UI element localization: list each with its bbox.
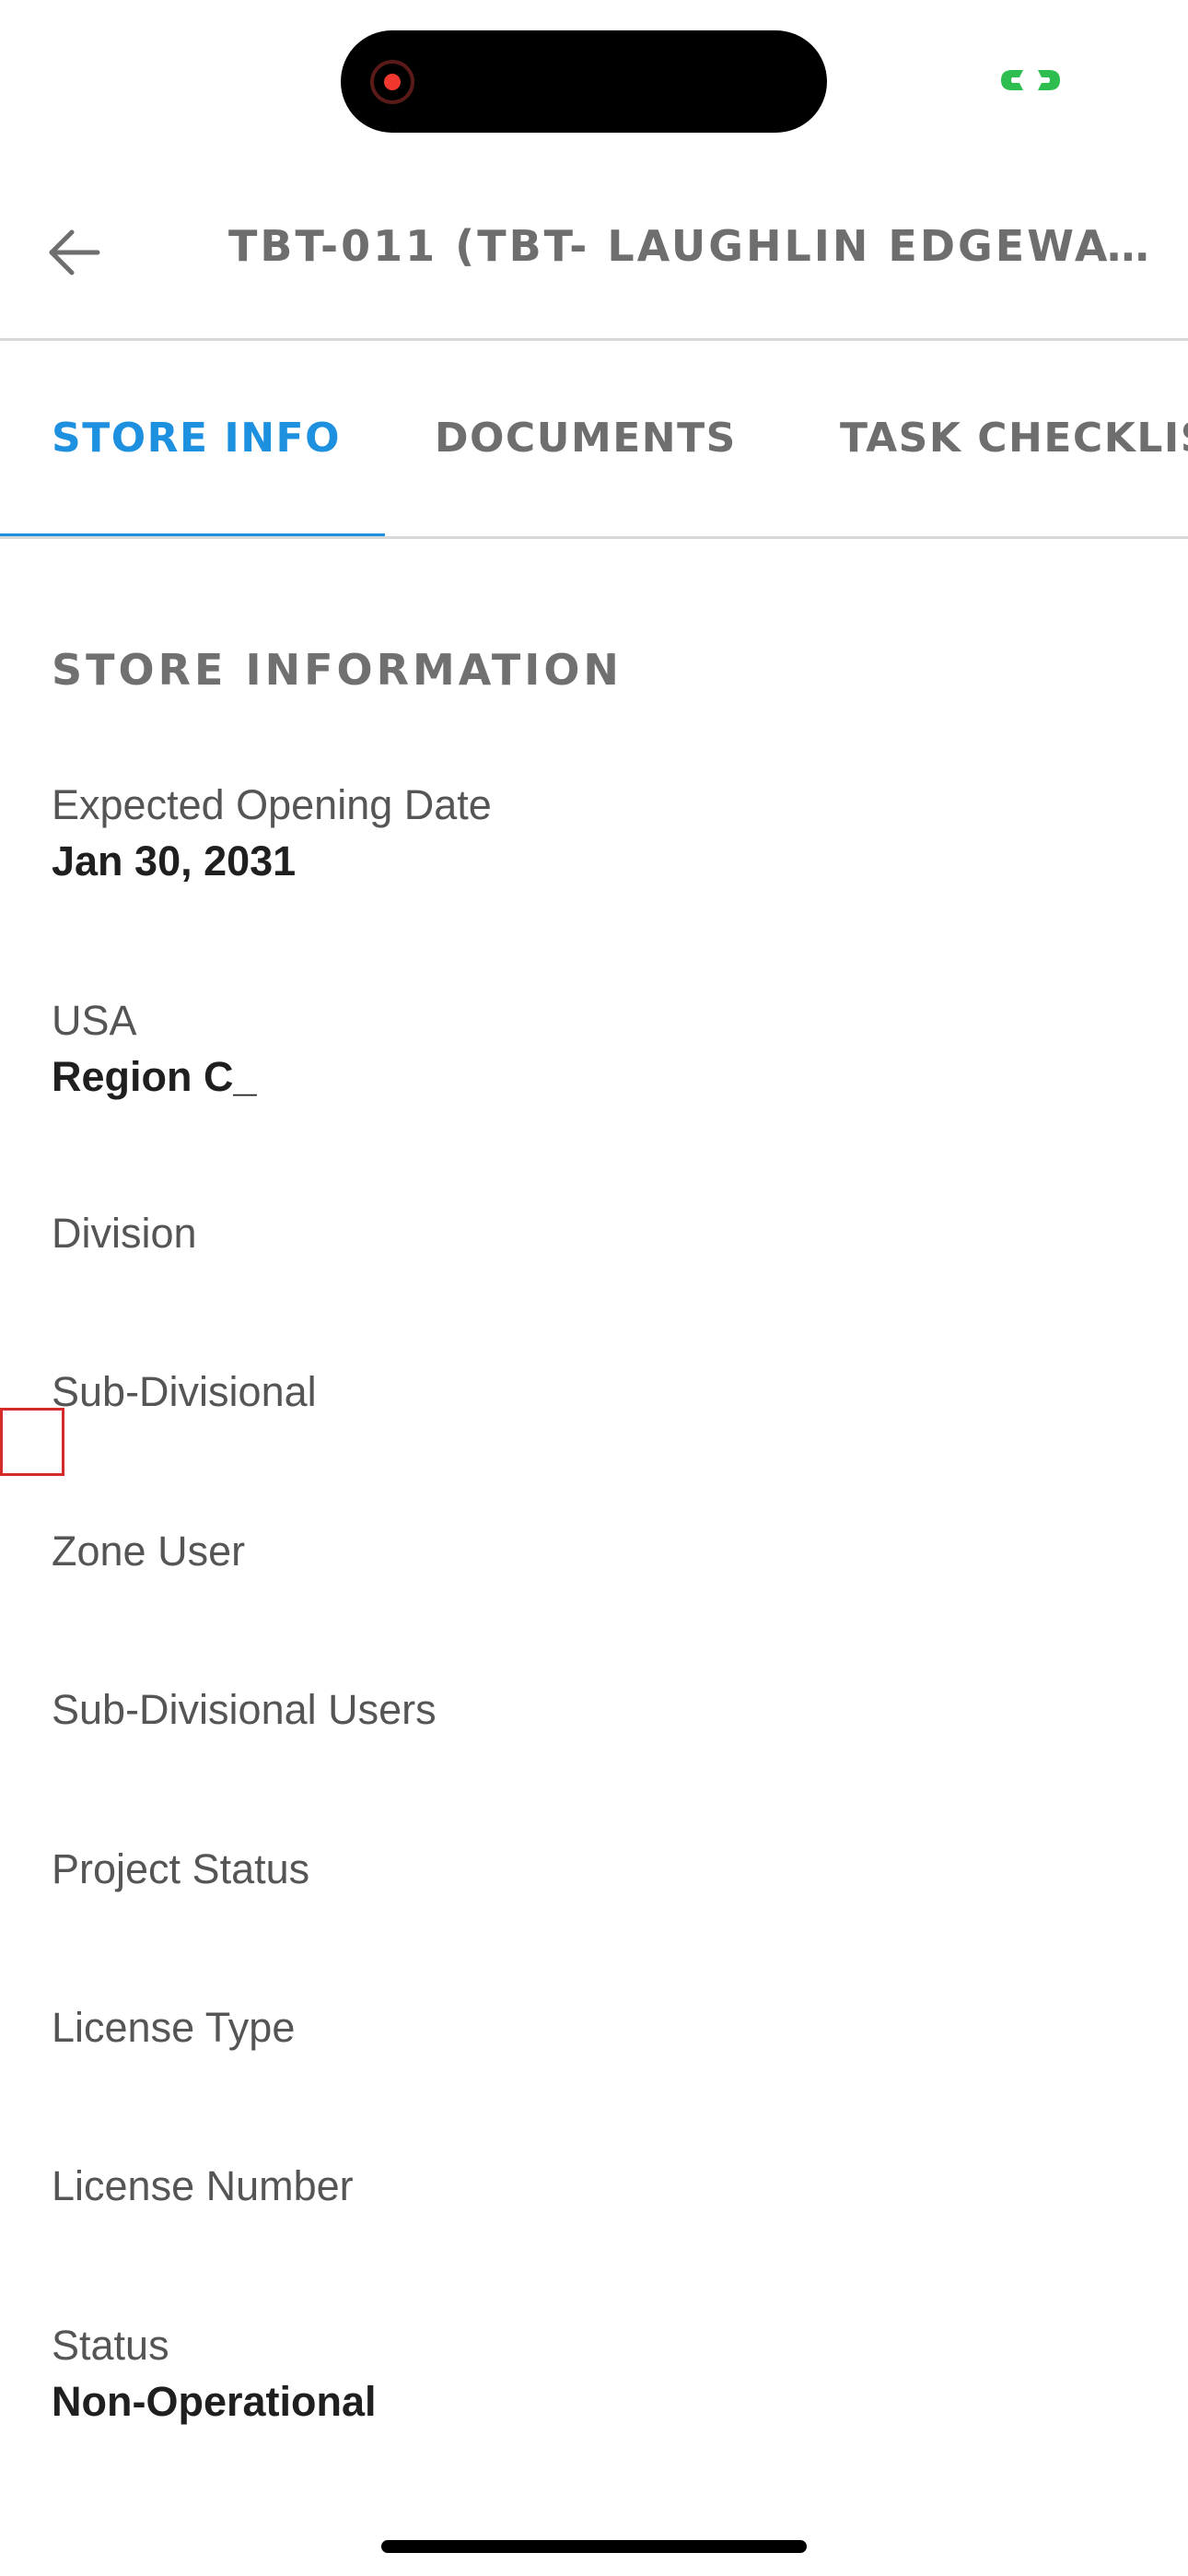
- field-label: License Number: [52, 2162, 354, 2209]
- recording-dot-icon: [370, 60, 414, 104]
- field-sub-divisional-users: Sub-Divisional Users: [52, 1683, 1138, 1738]
- field-usa: USA Region C_: [52, 994, 1138, 1104]
- field-label: License Type: [52, 2004, 296, 2051]
- field-value: Non-Operational: [52, 2377, 377, 2425]
- field-status: Status Non-Operational: [52, 2319, 1138, 2429]
- tab-bar: STORE INFO DOCUMENTS TASK CHECKLIST: [0, 341, 1188, 539]
- tab-task-checklist[interactable]: TASK CHECKLIST: [840, 415, 1188, 462]
- field-label: Expected Opening Date: [52, 781, 492, 828]
- tab-documents[interactable]: DOCUMENTS: [435, 415, 737, 462]
- active-call-icon: [1001, 70, 1060, 90]
- status-bar: [0, 0, 1188, 138]
- app-header: TBT-011 (TBT- LAUGHLIN EDGEWATER): [0, 138, 1188, 341]
- field-license-type: License Type: [52, 2001, 1138, 2055]
- arrow-left-icon: [49, 229, 100, 275]
- field-division: Division: [52, 1207, 1138, 1261]
- highlight-marker: [0, 1408, 64, 1476]
- field-zone-user: Zone User: [52, 1525, 1138, 1579]
- page-title: TBT-011 (TBT- LAUGHLIN EDGEWATER): [228, 221, 1170, 271]
- field-sub-divisional: Sub-Divisional: [52, 1365, 1138, 1420]
- field-label: Zone User: [52, 1528, 246, 1575]
- field-label: USA: [52, 997, 137, 1044]
- field-expected-opening-date: Expected Opening Date Jan 30, 2031: [52, 779, 1138, 888]
- active-tab-indicator: [0, 533, 385, 536]
- field-value: Region C_: [52, 1052, 257, 1100]
- dynamic-island: [341, 30, 827, 133]
- field-label: Sub-Divisional Users: [52, 1686, 437, 1733]
- section-heading: STORE INFORMATION: [52, 645, 623, 695]
- tab-store-info[interactable]: STORE INFO: [52, 415, 341, 462]
- home-indicator[interactable]: [381, 2540, 807, 2553]
- field-label: Status: [52, 2322, 169, 2369]
- field-project-status: Project Status: [52, 1843, 1138, 1897]
- back-button[interactable]: [37, 216, 111, 289]
- field-license-number: License Number: [52, 2160, 1138, 2214]
- field-value: Jan 30, 2031: [52, 837, 297, 884]
- field-label: Sub-Divisional: [52, 1368, 317, 1415]
- field-label: Division: [52, 1210, 197, 1257]
- field-label: Project Status: [52, 1845, 310, 1892]
